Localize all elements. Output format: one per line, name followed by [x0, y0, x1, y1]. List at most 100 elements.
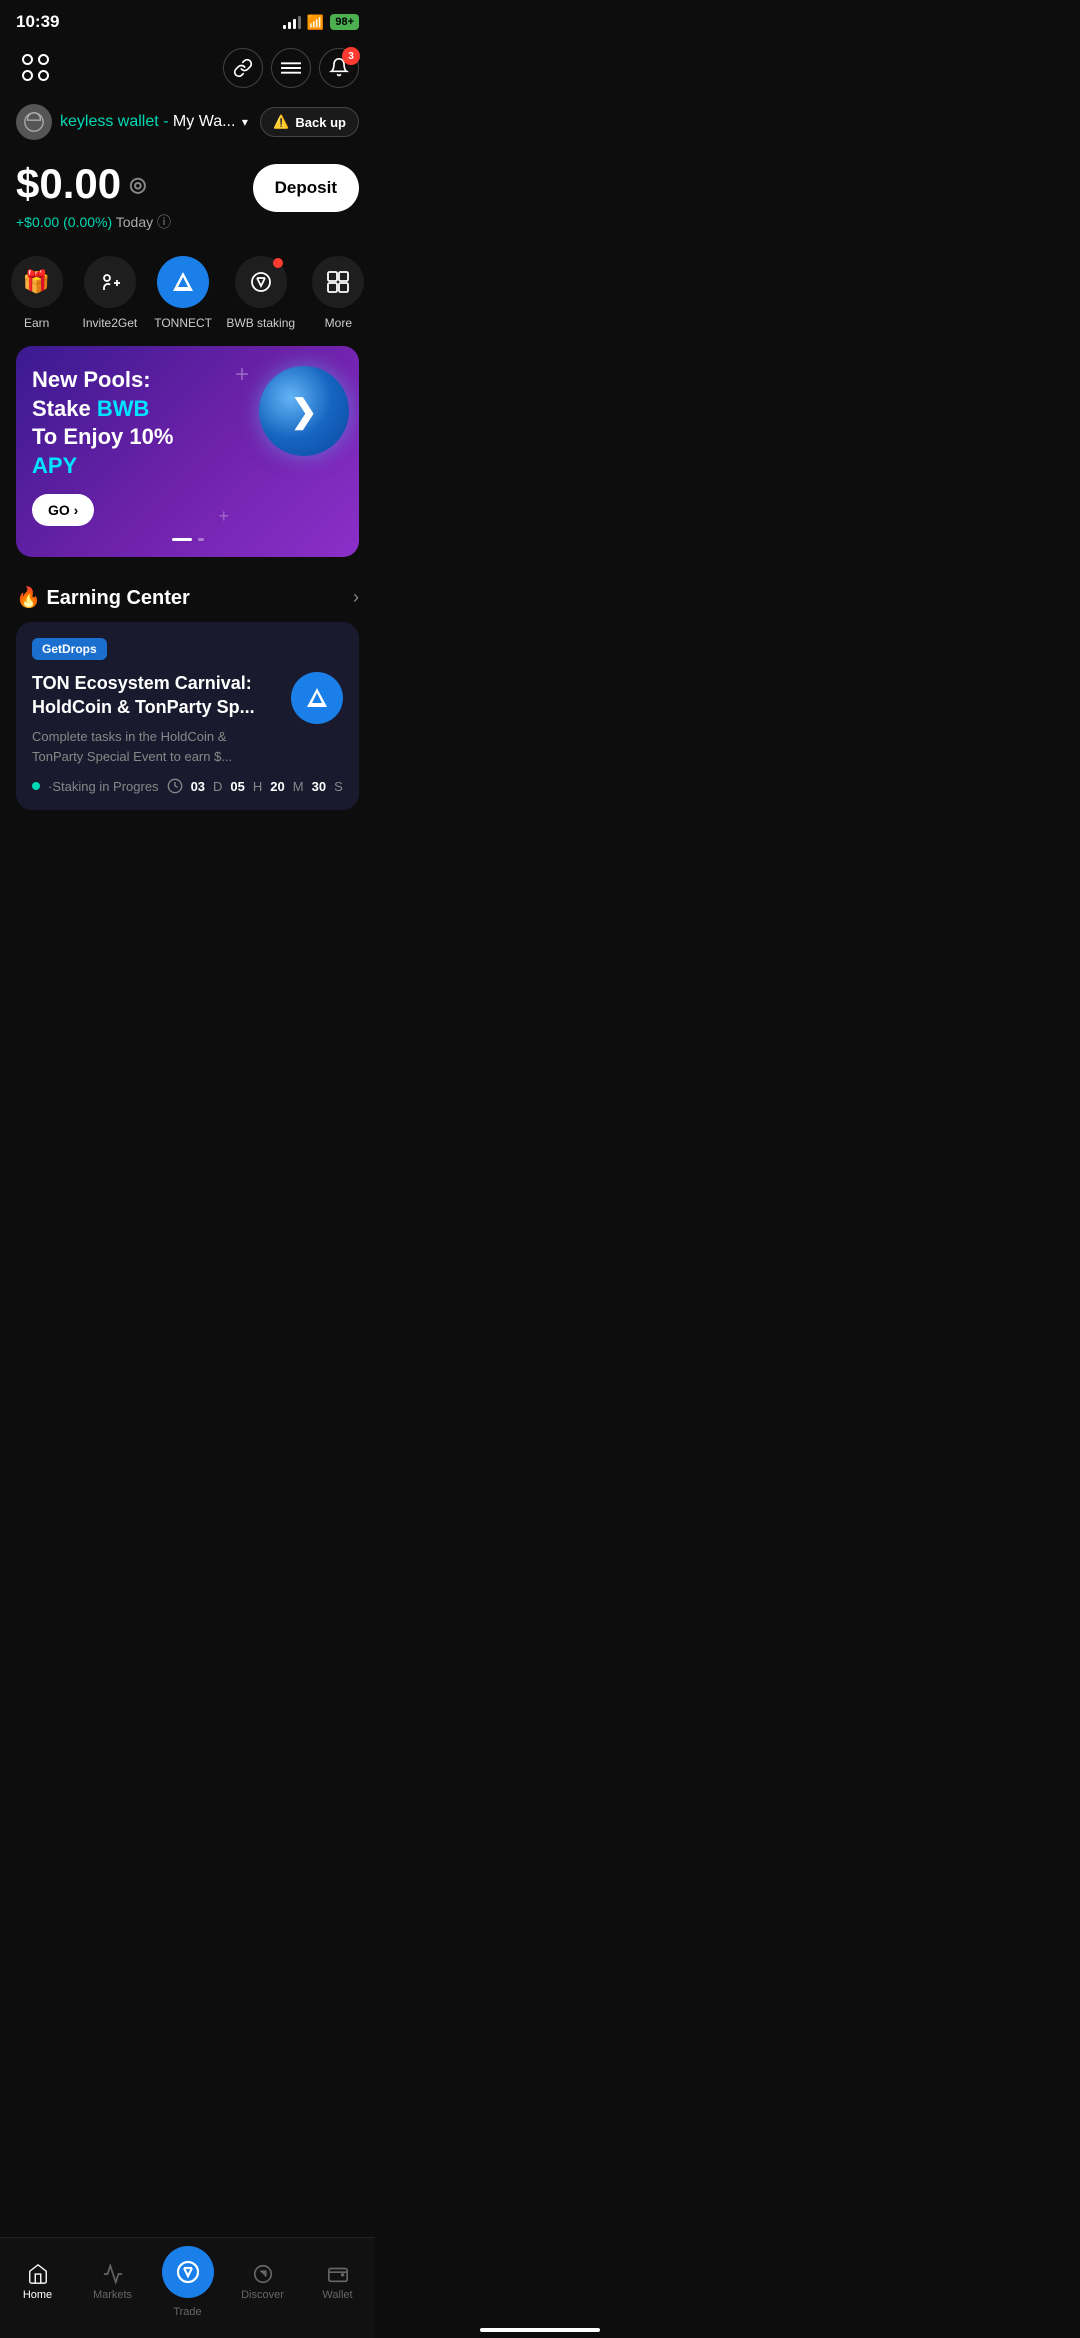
action-invite[interactable]: Invite2Get: [80, 256, 140, 330]
balance-value: $0.00: [16, 160, 121, 208]
invite-icon-wrap: [84, 256, 136, 308]
banner-dot-active: [172, 538, 192, 541]
signal-icon: [283, 15, 301, 29]
nav-right-buttons: 3: [223, 48, 359, 88]
link-button[interactable]: [223, 48, 263, 88]
clock-icon: [167, 778, 183, 794]
timer-h-label: H: [253, 779, 262, 794]
home-indicator: [480, 2328, 600, 2332]
info-icon: ⓘ: [157, 214, 171, 230]
deposit-button[interactable]: Deposit: [253, 164, 359, 212]
logo-grid: [22, 54, 50, 82]
action-tonnect[interactable]: TONNECT: [153, 256, 213, 330]
eye-icon[interactable]: ◎: [129, 172, 146, 197]
logo-circle-3: [22, 70, 33, 81]
nav-wallet[interactable]: Wallet: [308, 2263, 368, 2301]
red-dot: [273, 258, 283, 268]
trade-button[interactable]: [162, 2246, 214, 2298]
discover-icon: [252, 2263, 274, 2285]
banner-title: New Pools: Stake BWB To Enjoy 10% APY: [32, 366, 203, 480]
card-description: Complete tasks in the HoldCoin & TonPart…: [32, 727, 279, 766]
app-logo: [16, 48, 56, 88]
staking-label: ·Staking in Progres: [48, 779, 159, 794]
deco-plus-2: +: [218, 506, 229, 527]
timer-seconds: 30: [312, 779, 326, 794]
card-content: TON Ecosystem Carnival: HoldCoin & TonPa…: [32, 672, 343, 766]
more-icon-wrap: [312, 256, 364, 308]
bwb-icon-wrap: [235, 256, 287, 308]
wallet-header: keyless wallet - My Wa... ▾ ⚠️ Back up: [0, 100, 375, 152]
timer-d-label: D: [213, 779, 222, 794]
staking-dot: [32, 782, 40, 790]
action-more[interactable]: More: [308, 256, 368, 330]
nav-trade-label: Trade: [173, 2306, 201, 2318]
more-label: More: [325, 316, 352, 330]
tonnect-icon-wrap: [157, 256, 209, 308]
status-icons: 📶 98+: [283, 14, 359, 31]
notification-badge: 3: [342, 47, 360, 65]
coin-arrow-icon: ❯: [291, 392, 318, 430]
balance-change-value: +$0.00 (0.00%): [16, 214, 112, 230]
action-earn[interactable]: 🎁 Earn: [7, 256, 67, 330]
warning-icon: ⚠️: [273, 114, 289, 130]
backup-label: Back up: [295, 115, 346, 130]
banner-dots: [32, 538, 343, 541]
card-tag: GetDrops: [32, 638, 107, 660]
wallet-name-row[interactable]: keyless wallet - My Wa... ▾: [16, 104, 248, 140]
timer-hours: 05: [230, 779, 244, 794]
wallet-name-white: My Wa...: [168, 113, 235, 130]
earning-card[interactable]: GetDrops TON Ecosystem Carnival: HoldCoi…: [16, 622, 359, 810]
deco-plus-1: +: [235, 361, 249, 389]
wallet-icon: [327, 2263, 349, 2285]
balance-period: Today: [116, 214, 153, 230]
earning-center-arrow-icon: ›: [353, 587, 359, 608]
nav-markets-label: Markets: [93, 2289, 132, 2301]
wallet-avatar: [16, 104, 52, 140]
menu-button[interactable]: [271, 48, 311, 88]
balance-amount: $0.00 ◎: [16, 160, 171, 208]
earn-label: Earn: [24, 316, 49, 330]
banner-go-label: GO ›: [48, 502, 78, 518]
logo-circle-2: [38, 54, 49, 65]
bottom-nav: Home Markets Trade Discover Wa: [0, 2237, 375, 2338]
logo-circle-4: [38, 70, 49, 81]
home-icon: [27, 2263, 49, 2285]
nav-trade[interactable]: Trade: [158, 2246, 218, 2318]
banner-dot-inactive: [198, 538, 204, 541]
wallet-name: keyless wallet - My Wa... ▾: [60, 113, 248, 131]
nav-wallet-label: Wallet: [322, 2289, 352, 2301]
banner-highlight-apy: APY: [32, 453, 77, 478]
action-bwb[interactable]: BWB staking: [226, 256, 295, 330]
top-nav: 3: [0, 40, 375, 100]
invite-label: Invite2Get: [83, 316, 138, 330]
logo-circle-1: [22, 54, 33, 65]
balance-left: $0.00 ◎ +$0.00 (0.00%) Today ⓘ: [16, 160, 171, 232]
wifi-icon: 📶: [307, 14, 324, 31]
timer-m-label: M: [293, 779, 304, 794]
card-footer: ·Staking in Progres 03 D 05 H 20 M 30 S: [32, 778, 343, 794]
timer-s-label: S: [334, 779, 343, 794]
markets-icon: [102, 2263, 124, 2285]
coin-circle: ❯: [259, 366, 349, 456]
nav-home[interactable]: Home: [8, 2263, 68, 2301]
earning-center-header[interactable]: 🔥 Earning Center ›: [0, 577, 375, 622]
balance-section: $0.00 ◎ +$0.00 (0.00%) Today ⓘ Deposit: [0, 152, 375, 248]
tonnect-label: TONNECT: [154, 316, 212, 330]
nav-discover-label: Discover: [241, 2289, 284, 2301]
banner-coin: ❯: [259, 366, 349, 456]
card-text: TON Ecosystem Carnival: HoldCoin & TonPa…: [32, 672, 291, 766]
quick-actions: 🎁 Earn Invite2Get TONNECT: [0, 248, 375, 346]
timer-minutes: 20: [270, 779, 284, 794]
nav-markets[interactable]: Markets: [83, 2263, 143, 2301]
chevron-down-icon: ▾: [242, 115, 248, 129]
earning-center-title: 🔥 Earning Center: [16, 585, 190, 610]
status-bar: 10:39 📶 98+: [0, 0, 375, 40]
timer-days: 03: [191, 779, 205, 794]
notification-button[interactable]: 3: [319, 48, 359, 88]
gift-icon: 🎁: [23, 269, 50, 295]
nav-home-label: Home: [23, 2289, 52, 2301]
promo-banner[interactable]: + + New Pools: Stake BWB To Enjoy 10% AP…: [16, 346, 359, 557]
backup-button[interactable]: ⚠️ Back up: [260, 107, 359, 137]
banner-go-button[interactable]: GO ›: [32, 494, 94, 526]
nav-discover[interactable]: Discover: [233, 2263, 293, 2301]
